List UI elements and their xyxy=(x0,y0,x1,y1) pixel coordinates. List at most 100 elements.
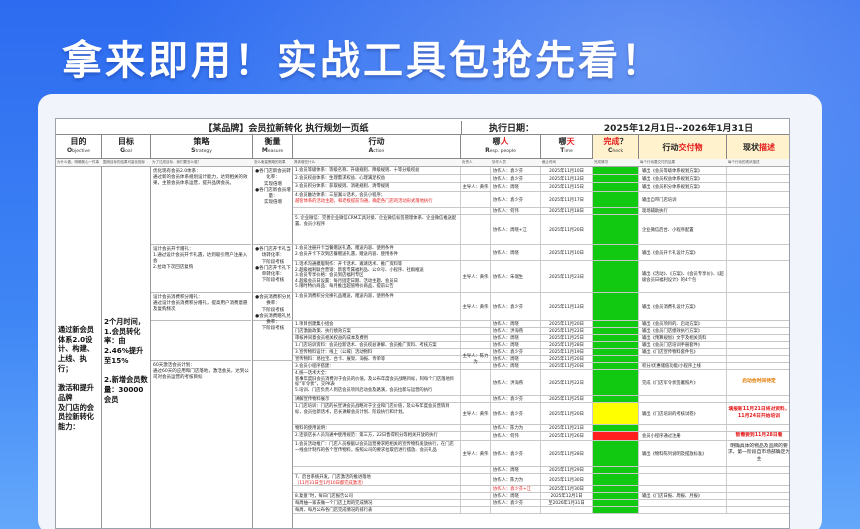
header-status: 现状描述 xyxy=(727,135,789,159)
action-cell xyxy=(293,208,461,214)
action-cell: 2.会员权益体系：生理需求权益、心理满足权益 xyxy=(293,175,461,182)
status-description-cell xyxy=(727,183,789,191)
owner-cell xyxy=(461,363,491,369)
collaborator-cell: 协作人：袁少芬 xyxy=(491,167,541,174)
deadline-cell: 2025年11月30日 xyxy=(541,474,593,485)
status-description-cell xyxy=(727,474,789,485)
check-status-cell xyxy=(593,328,639,334)
action-cell xyxy=(293,467,461,473)
check-status-cell xyxy=(593,493,639,499)
action-row: 4.会员触达体系：三层漏斗话术，会员小程序； 越客体系的活动主题，和老板提前沟通，… xyxy=(293,192,789,208)
deadline-cell: 2025年11月26日 xyxy=(541,432,593,440)
subheader-row: 为什么做，明确核心一件事 围绕目标的结果可量化指标 为了达成目标，我们要怎么做？… xyxy=(56,159,789,167)
status-description-cell: 填报新11月21日将对资料，11月24日开始培训 xyxy=(728,407,790,419)
action-cell: 7、后台系统开发，门店激活的推进落地 （11月31日至1月10日都完成激活） xyxy=(293,474,461,485)
action-row: 7、后台系统开发，门店激活的推进落地 （11月31日至1月10日都完成激活） 协作人… xyxy=(293,474,789,486)
action-row: 2.连锁店长人员沟通中使用规范：第三方，22日售得积分等相关开放的执行 协作人：何… xyxy=(293,432,789,441)
collaborator-cell: 协作人：周晓 xyxy=(491,321,541,327)
owner-cell: 主导人：黄伟 xyxy=(461,441,491,466)
collaborator-cell: 协作人：周晓 xyxy=(491,363,541,369)
owner-cell xyxy=(461,167,491,174)
deadline-cell: 2025年12月1日 xyxy=(541,493,593,499)
action-cell: 门店激励政策、执行绩效方案 xyxy=(293,328,461,334)
header-objective: 目的 Objective xyxy=(56,135,102,159)
action-cell: 1.项目创建集小组会 xyxy=(293,321,461,327)
check-status-cell xyxy=(593,215,639,244)
deliverable-cell xyxy=(639,507,727,513)
action-row: 每周抽一家去做一个门店上周的完成情况 协作人：袁少芬 至2026年1月31日 xyxy=(293,500,789,507)
owner-cell xyxy=(461,467,491,473)
collaborator-cell: 协作人：周晓 xyxy=(491,183,541,191)
action-row: 1.项目创建集小组会 协作人：周晓 2025年11月20日 输出《会员项目的、启动方案… xyxy=(293,321,789,328)
action-cell: 1.会员消费积分兑换礼品赠送，赠送内容，使用条件 xyxy=(293,293,461,320)
deadline-cell: 2025年11月30日 xyxy=(541,486,593,492)
deliverable-cell: 输出自带门店培训 xyxy=(639,192,727,207)
action-row: 4.统一话术大全： 客事年度旧会员消费对于会员的价值，及公布年度会员战略目标，阿… xyxy=(293,370,789,396)
deadline-cell: 2025年11月25日 xyxy=(541,396,593,402)
action-cell: 1.会员等级体系：等级名称、升级规则、降级规则、十等分级权益 xyxy=(293,167,461,174)
status-description-cell xyxy=(727,175,789,182)
status-description-cell: 启动会时间待定 xyxy=(742,379,776,385)
deadline-cell: 2025年11月28日 xyxy=(541,342,593,348)
action-cell: 1.门店培训资料：会员拉新话术、会员权益讲解、会员推广资料、考核方案 xyxy=(293,342,461,348)
status-description-cell xyxy=(727,486,789,492)
action-cell xyxy=(293,486,461,492)
collaborator-cell: 协作人：洪海燕 xyxy=(491,370,541,395)
action-cell: 3.宣传物料设计：线上（公域）活动物料 xyxy=(293,349,461,355)
header-row: 目的 Objective 目标 Goal 策略 Strategy 衡量 Meas… xyxy=(56,135,789,159)
deliverable-cell xyxy=(639,425,727,431)
check-status-cell xyxy=(593,441,639,466)
subheader: 具体做些什么 xyxy=(294,160,315,164)
action-row: 审核并同意会员相关权益的成本及费用 协作人：周晓 2025年11月25日 输出《预算规… xyxy=(293,335,789,342)
action-row: 3.宣传物料设计：线上（公域）活动物料 协作人：袁少芬 2025年11月19日 输出《… xyxy=(293,349,789,356)
action-row: 1.门店培训资料：会员拉新话术、会员权益讲解、会员推广资料、考核方案 协作人：周晓… xyxy=(293,342,789,349)
action-row: 协作人：周晓 2025年11月29日 xyxy=(293,467,789,474)
check-status-cell xyxy=(593,349,639,355)
collaborator-cell: 协作人：周晓+江 xyxy=(491,215,541,244)
collaborator-cell: 协作人：洪海燕 xyxy=(491,328,541,334)
action-cell: 8.复盘”时，每日门店报告公司 xyxy=(293,493,461,499)
action-row: 协作人：何伟 2025年11月18日 现场辅助执行 xyxy=(293,208,789,215)
subheader: 怎么衡量策略的效果 xyxy=(254,160,286,164)
collaborator-cell: 协作人：袁少芬 xyxy=(491,403,541,424)
measure-cell xyxy=(253,321,293,361)
action-highlight: （11月31日至1月10日都完成激活） xyxy=(295,480,366,485)
owner-cell xyxy=(461,215,491,244)
status-description-cell xyxy=(727,293,789,320)
header-measure: 衡量 Measure xyxy=(253,135,293,159)
deadline-cell: 2025年11月20日 xyxy=(541,321,593,327)
deadline-cell: 2025年11月28日 xyxy=(541,441,593,466)
owner-cell xyxy=(461,507,491,513)
status-description-cell xyxy=(727,192,789,207)
objective-text: 通过新会员体系2.0设计、构建、上线、执行； 激活和提升品牌 及门店的会员拉新转… xyxy=(58,325,94,432)
subheader: 截止时间 xyxy=(542,160,556,164)
collaborator-cell: 协作人：何伟 xyxy=(491,208,541,214)
header-goal: 目标 Goal xyxy=(102,135,151,159)
check-status-cell xyxy=(593,192,639,207)
collaborator-cell: 协作人：何伟 xyxy=(491,432,541,440)
action-highlight: 越客体系的活动主题，和老板提前沟通，确定各门店的活动形式落地执行 xyxy=(295,198,433,204)
subheader: 围绕目标的结果可量化指标 xyxy=(103,160,145,164)
check-status-cell xyxy=(593,208,639,214)
deadline-cell: 至2026年1月31日 xyxy=(541,500,593,506)
subheader: 每个行动要交付的结果 xyxy=(640,160,675,164)
measure-cell: ●各门店开卡礼当场转化率： 下阶段考核 ●各门店开卡礼下单转化率： 下阶段考核 xyxy=(253,245,293,293)
owner-cell xyxy=(461,396,491,402)
deadline-cell: 2025年11月19日 xyxy=(541,349,593,355)
deliverable-cell: 输出《会员项目的、启动方案》 xyxy=(639,321,727,327)
subheader: 为什么做，明确核心一件事 xyxy=(57,160,99,164)
check-status-cell xyxy=(593,335,639,341)
header-strategy: 策略 Strategy xyxy=(151,135,253,159)
collaborator-cell: 协作人：袁少芬 xyxy=(491,349,541,355)
collaborator-cell: 协作人：周晓 xyxy=(491,467,541,473)
collaborator-cell: 协作人：袁少芬+江 xyxy=(491,486,541,492)
banner-headline: 拿来即用！实战工具包抢先看！ xyxy=(62,38,664,84)
sheet-title-row: 【某品牌】会员拉新转化 执行规划一页纸 执行日期： 2025年12月1日--20… xyxy=(56,119,789,135)
collaborator-cell: 协作人：朱瑞生 xyxy=(491,261,541,292)
action-cell: 审核并同意会员相关权益的成本及费用 xyxy=(293,335,461,341)
collaborator-cell: 协作人：周晓 xyxy=(491,245,541,260)
action-cell: 宣传物料：易拉宝、台卡、展架、海报、传单等 xyxy=(293,356,461,362)
subheader: 负责人 xyxy=(462,160,473,164)
action-row: 1.会员注册开卡当餐赠送礼遇，赠送内容、使用条件 2.会员开卡下次到店餐赠送礼遇… xyxy=(293,245,789,261)
check-status-cell xyxy=(593,425,639,431)
